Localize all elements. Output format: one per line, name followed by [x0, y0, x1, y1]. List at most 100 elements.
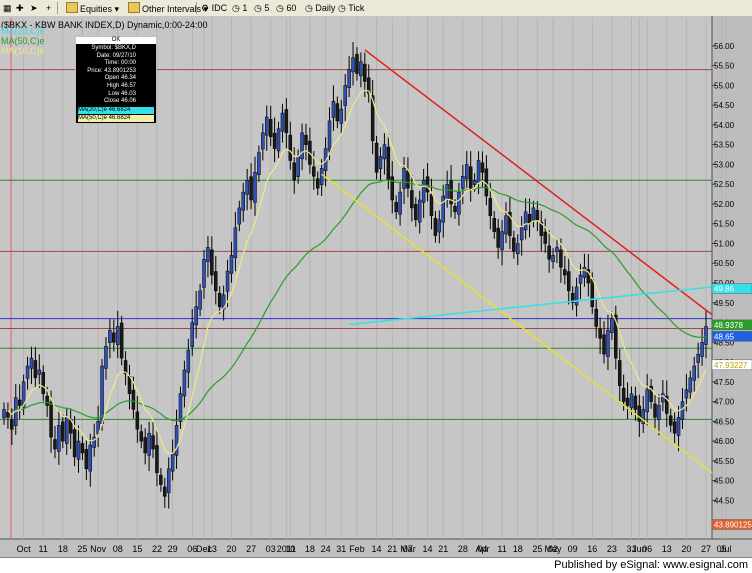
- x-tick-label: 27: [701, 544, 711, 554]
- y-tick-label: 45.50: [714, 457, 735, 466]
- arrow-icon[interactable]: ➤: [30, 2, 38, 14]
- candle-body: [151, 435, 155, 450]
- new-chart-icon[interactable]: +: [46, 2, 51, 14]
- data-window[interactable]: OK Symbol: $BKX,D Date: 09/27/10 Time: 0…: [75, 36, 157, 124]
- candle-body: [492, 217, 496, 232]
- candle-body: [355, 53, 359, 74]
- x-tick-label: 10: [285, 544, 295, 554]
- price-tag-label: 49.86: [714, 285, 735, 294]
- candle-body: [645, 389, 649, 413]
- data-window-ok-button[interactable]: OK: [76, 37, 156, 44]
- candle-body: [421, 179, 426, 203]
- x-tick-label: 22: [152, 544, 162, 554]
- x-tick-label: 11: [39, 544, 48, 554]
- x-tick-label: 29: [168, 544, 178, 554]
- candle-body: [88, 444, 93, 472]
- candle-body: [594, 308, 598, 327]
- y-tick-label: 44.50: [714, 496, 735, 505]
- interval-1-button[interactable]: ◷ 1: [232, 2, 247, 14]
- candle-body: [143, 437, 147, 454]
- x-tick-label: 27: [246, 544, 256, 554]
- crosshair-icon[interactable]: ✚: [16, 2, 24, 14]
- candle-body: [625, 397, 630, 406]
- y-tick-label: 49.50: [714, 299, 735, 308]
- candle-body: [363, 63, 367, 82]
- candle-body: [704, 326, 708, 345]
- y-tick-label: 52.00: [714, 200, 735, 209]
- candle-body: [108, 330, 112, 343]
- candle-body: [465, 164, 469, 179]
- candle-body: [53, 439, 57, 450]
- y-tick-label: 45.00: [714, 477, 735, 486]
- x-tick-label: Feb: [349, 544, 365, 554]
- candle-body: [245, 179, 249, 195]
- candle-body: [76, 440, 81, 460]
- price-tag-label: 43.890125: [714, 520, 752, 529]
- candle-body: [488, 198, 493, 217]
- candle-body: [84, 449, 89, 470]
- x-tick-label: 11: [497, 544, 506, 554]
- equities-menu[interactable]: Equities ▾: [66, 2, 119, 15]
- candle-body: [300, 132, 304, 160]
- candle-body: [672, 421, 677, 434]
- x-tick-label: 13: [207, 544, 217, 554]
- candle-body: [417, 199, 422, 223]
- legend-ma50: MA(50,C)e: [1, 36, 45, 46]
- candle-body: [190, 322, 194, 347]
- candle-body: [668, 415, 673, 426]
- candle-body: [25, 365, 30, 379]
- candle-body: [516, 243, 520, 255]
- candle-body: [272, 132, 277, 149]
- candle-body: [288, 134, 293, 161]
- data-window-rows: Symbol: $BKX,D Date: 09/27/10 Time: 00:0…: [78, 45, 154, 106]
- candle-body: [445, 183, 449, 199]
- x-tick-label: 21: [438, 544, 448, 554]
- candle-body: [351, 57, 355, 73]
- candle-body: [210, 249, 214, 276]
- price-tag-label: 47.93227: [714, 361, 748, 370]
- candle-body: [523, 211, 528, 231]
- candle-body: [261, 132, 265, 150]
- candle-body: [147, 432, 151, 456]
- candle-body: [237, 207, 242, 225]
- candle-body: [45, 395, 49, 406]
- gear-icon: ⚙: [201, 3, 210, 13]
- interval-tick-label: Tick: [348, 3, 365, 13]
- candle-body: [582, 266, 587, 278]
- candle-body: [166, 468, 171, 494]
- candle-body: [2, 409, 6, 419]
- candle-body: [319, 168, 324, 185]
- x-tick-label: May: [545, 544, 563, 554]
- interval-tick-button[interactable]: ◷ Tick: [338, 2, 364, 14]
- equities-label: Equities: [80, 4, 113, 14]
- y-tick-label: 54.50: [714, 101, 735, 110]
- candle-body: [378, 156, 383, 170]
- candle-body: [374, 142, 379, 173]
- price-tag-label: 48.9378: [714, 321, 743, 330]
- candle-body: [637, 405, 642, 422]
- toolbar: ▦ ✚ ➤ + Equities ▾ Other Intervals ▾ ⚙ I…: [0, 0, 752, 17]
- x-tick-label: 20: [681, 544, 691, 554]
- y-tick-label: 53.50: [714, 141, 735, 150]
- legend-ma20-label: MA(20,C)e: [1, 26, 45, 36]
- candle-body: [680, 401, 685, 421]
- candle-body: [49, 401, 53, 438]
- candle-body: [268, 119, 273, 138]
- source-button[interactable]: ⚙ IDC: [201, 2, 227, 14]
- candle-body: [566, 271, 571, 292]
- candle-body: [229, 255, 234, 274]
- x-tick-label: 20: [226, 544, 236, 554]
- candle-body: [610, 318, 614, 334]
- y-tick-label: 51.00: [714, 239, 735, 248]
- candle-body: [519, 227, 524, 241]
- candle-body: [135, 411, 140, 430]
- interval-5-button[interactable]: ◷ 5: [254, 2, 269, 14]
- save-icon[interactable]: ▦: [3, 2, 12, 14]
- candle-body: [72, 429, 77, 458]
- candle-body: [700, 342, 704, 357]
- interval-60-button[interactable]: ◷ 60: [276, 2, 296, 14]
- candle-body: [198, 290, 202, 310]
- candle-body: [472, 179, 477, 185]
- x-tick-label: 28: [458, 544, 468, 554]
- interval-daily-button[interactable]: ◷ Daily: [305, 2, 335, 14]
